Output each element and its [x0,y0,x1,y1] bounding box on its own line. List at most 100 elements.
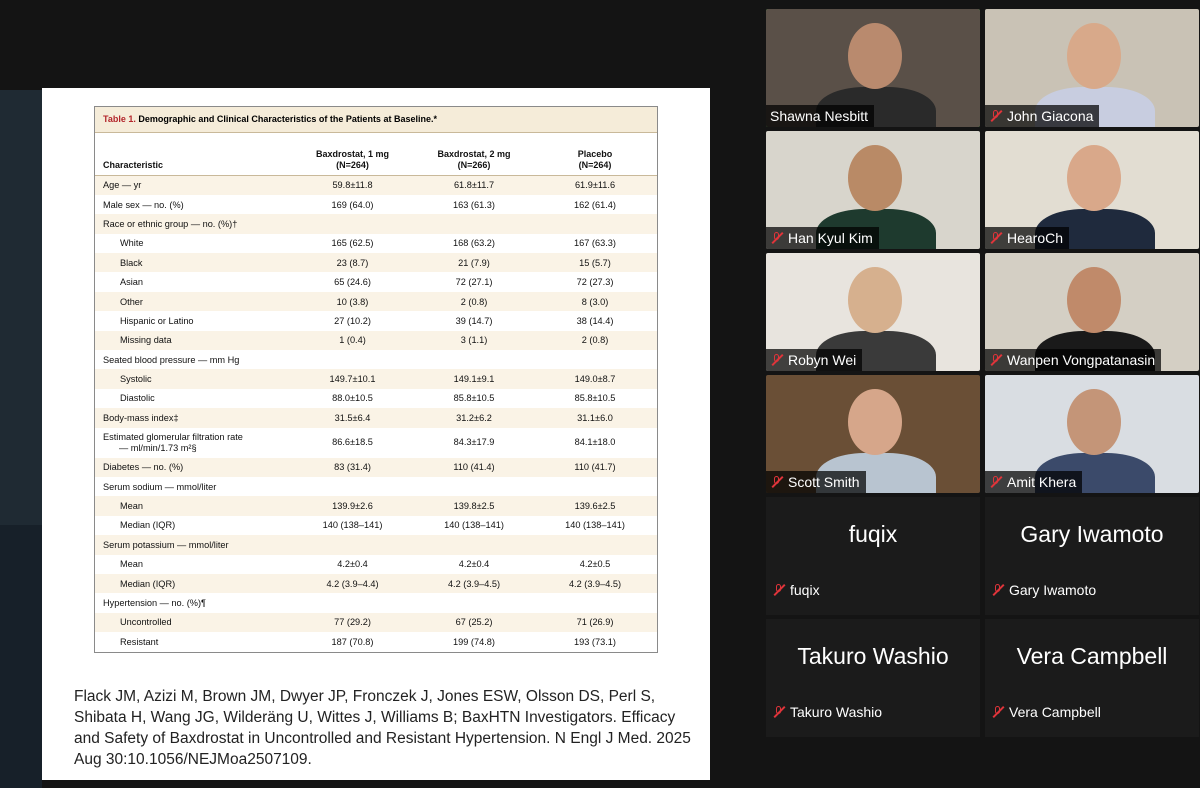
table-row: Age — yr 59.8±11.8 61.8±11.7 61.9±11.6 [95,175,657,195]
participant-tile[interactable]: Scott Smith [766,375,980,493]
participant-tile[interactable]: Amit Khera [985,375,1199,493]
participant-name: Vera Campbell [1009,704,1101,720]
participant-name-bar: Vera Campbell [991,704,1101,720]
cell-value: 72 (27.1) [455,277,493,288]
row-label: Mean [95,496,290,516]
participant-name-bar: Scott Smith [766,471,866,493]
column-header: Placebo (N=264) [577,148,613,170]
participant-face [1067,145,1121,211]
table-row: Median (IQR) 4.2 (3.9–4.4) 4.2 (3.9–4.5) 4.… [95,573,657,594]
row-label: Serum sodium — mmol/liter [103,481,217,492]
cell-value: 1 (0.4) [290,330,415,351]
cell-value: 4.2 (3.9–4.4) [290,573,415,594]
cell-value: 3 (1.1) [415,330,533,351]
cell-value: 31.1±6.0 [533,408,657,428]
cell-value: 84.3±17.9 [453,437,495,448]
participant-name-bar: John Giacona [985,105,1100,127]
cell-value: 31.5±6.4 [290,408,415,428]
table-row: Mean 139.9±2.6 139.8±2.5 139.6±2.5 [95,496,657,516]
mic-muted-icon [770,353,784,367]
cell-value: 4.2±0.4 [337,559,368,570]
mic-muted-icon [989,109,1003,123]
cell-value: 10 (3.8) [290,291,415,312]
cell-value: 140 (138–141) [565,520,625,531]
participant-tile[interactable]: HearoCh [985,131,1199,249]
cell-value: 139.8±2.5 [415,496,533,516]
participant-name: Shawna Nesbitt [770,108,869,124]
table-header-row: Characteristic Baxdrostat, 1 mg (N=264) B… [95,133,657,175]
table-row: Uncontrolled 77 (29.2) 67 (25.2) 71 (26.9) [95,612,657,633]
participant-display-name: fuqix [848,521,898,547]
participant-tile[interactable]: Robyn Wei [766,253,980,371]
cell-value: 71 (26.9) [533,612,657,633]
shared-background-left-lower [0,525,42,788]
row-label: Missing data [95,330,290,351]
cell-value: 162 (61.4) [574,199,616,210]
participant-tile[interactable]: Shawna Nesbitt [766,9,980,127]
participant-tile-no-video[interactable]: Vera Campbell Vera Campbell [985,619,1199,737]
table-row: Hispanic or Latino 27 (10.2) 39 (14.7) 38 (… [95,311,657,330]
participant-name: fuqix [790,582,820,598]
cell-value: 38 (14.4) [576,315,614,326]
participant-tile-no-video[interactable]: Takuro Washio Takuro Washio [766,619,980,737]
participant-name: Amit Khera [1007,474,1077,490]
cell-value [415,593,533,612]
cell-value: 149.1±9.1 [415,369,533,389]
participant-tile[interactable]: Wanpen Vongpatanasin [985,253,1199,371]
table-label: Table 1. [103,114,136,124]
table-row: Other 10 (3.8) 2 (0.8) 8 (3.0) [95,291,657,312]
row-label: Resistant [120,636,159,647]
participant-tile[interactable]: Han Kyul Kim [766,131,980,249]
row-label: Hispanic or Latino [120,315,194,326]
screen-share-area: Table 1. Demographic and Clinical Charac… [0,0,760,788]
cell-value [533,477,657,496]
cell-value: 149.0±8.7 [533,369,657,389]
participant-tile-no-video[interactable]: fuqix fuqix [766,497,980,615]
cell-value: 187 (70.8) [331,636,374,647]
table-row: Body-mass index‡ 31.5±6.4 31.2±6.2 31.1±6.0 [95,408,657,428]
cell-value: 163 (61.3) [453,199,495,210]
row-label: Median (IQR) [95,573,290,594]
cell-value: 85.8±10.5 [453,393,495,404]
cell-value [415,477,533,496]
cell-value: 27 (10.2) [334,315,371,326]
row-label: Diabetes — no. (%) [95,457,290,477]
table-title: Table 1. Demographic and Clinical Charac… [95,107,657,133]
table-caption: Demographic and Clinical Characteristics… [138,114,437,124]
row-label: Asian [120,277,143,288]
participant-display-name: Vera Campbell [1016,643,1168,669]
table-row: Seated blood pressure — mm Hg [95,350,657,369]
cell-value [290,214,415,234]
cell-value [415,214,533,234]
participant-display-name: Takuro Washio [797,643,949,669]
participant-tile-no-video[interactable]: Gary Iwamoto Gary Iwamoto [985,497,1199,615]
participant-display-name: Gary Iwamoto [1020,521,1164,547]
cell-value: 165 (62.5) [331,238,374,249]
shared-slide: Table 1. Demographic and Clinical Charac… [42,88,710,780]
cell-value: 8 (3.0) [533,291,657,312]
cell-value: 4.2 (3.9–4.5) [533,573,657,594]
table-row: Black 23 (8.7) 21 (7.9) 15 (5.7) [95,253,657,273]
participant-face [1067,389,1121,455]
cell-value: 72 (27.3) [576,277,614,288]
cell-value: 193 (73.1) [574,636,616,647]
citation-text: Flack JM, Azizi M, Brown JM, Dwyer JP, F… [74,688,691,768]
row-label: Serum potassium — mmol/liter [95,535,290,555]
participant-tile[interactable]: John Giacona [985,9,1199,127]
mic-muted-icon [991,583,1005,597]
cell-value: 4.2 (3.9–4.5) [415,573,533,594]
cell-value: 15 (5.7) [533,253,657,273]
mic-muted-icon [991,705,1005,719]
participant-name: Robyn Wei [788,352,857,368]
cell-value: 110 (41.7) [533,457,657,477]
row-label: Male sex — no. (%) [103,199,184,210]
participant-name: Takuro Washio [790,704,883,720]
table-row: Serum sodium — mmol/liter [95,477,657,496]
participant-face [848,145,902,211]
mic-muted-icon [989,475,1003,489]
table-row: Estimated glomerular filtration rate — ml… [95,428,657,458]
participant-name: HearoCh [1007,230,1064,246]
participant-name-bar: Takuro Washio [772,704,882,720]
row-label: Systolic [95,369,290,389]
cell-value: 23 (8.7) [290,253,415,273]
